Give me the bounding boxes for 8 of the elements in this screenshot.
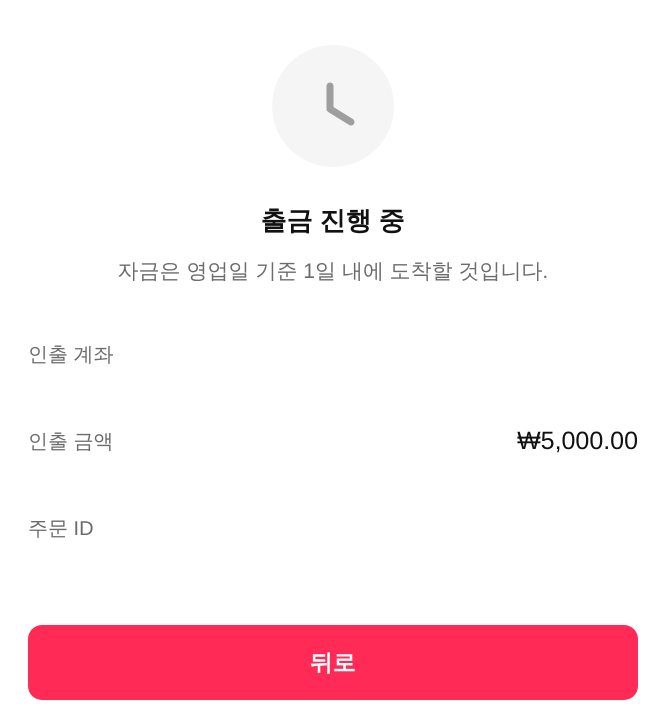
detail-label: 인출 금액 xyxy=(28,430,114,455)
detail-label: 인출 계좌 xyxy=(28,343,114,368)
status-title: 출금 진행 중 xyxy=(260,204,406,236)
back-button[interactable]: 뒤로 xyxy=(28,625,638,700)
status-message: 자금은 영업일 기준 1일 내에 도착할 것입니다. xyxy=(118,259,548,285)
detail-value: ₩5,000.00 xyxy=(517,427,638,456)
detail-label: 주문 ID xyxy=(28,517,94,542)
clock-icon xyxy=(272,45,394,167)
